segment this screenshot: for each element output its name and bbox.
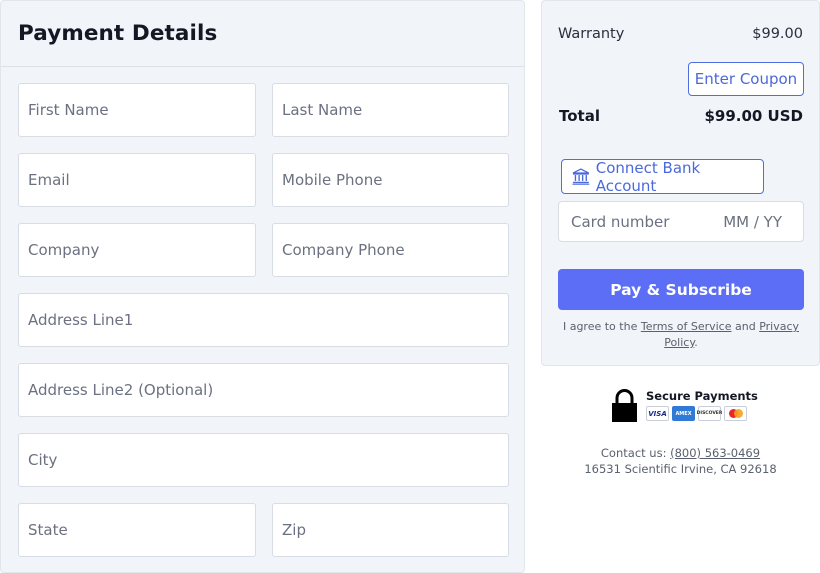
total-label: Total — [559, 107, 600, 125]
contact-address: 16531 Scientific Irvine, CA 92618 — [584, 462, 777, 476]
zip-input[interactable] — [272, 503, 509, 557]
agree-and: and — [735, 320, 756, 333]
agree-suffix: . — [694, 336, 698, 349]
address-line1-input[interactable] — [18, 293, 509, 347]
lock-icon — [612, 389, 637, 422]
connect-bank-label: Connect Bank Account — [595, 158, 701, 195]
contact-label: Contact us: — [600, 446, 667, 460]
secure-payments: Secure Payments VISA AMEX DISCOVER — [611, 389, 761, 425]
item-label: Warranty — [558, 26, 625, 42]
connect-bank-account-button[interactable]: Connect Bank Account — [561, 158, 764, 195]
bank-icon — [572, 168, 590, 185]
email-input[interactable] — [18, 153, 256, 207]
address-line2-input[interactable] — [18, 363, 509, 417]
mobile-phone-input[interactable] — [272, 153, 509, 207]
total-value: $99.00 USD — [704, 107, 803, 125]
agreement-text: I agree to the Terms of Service and Priv… — [558, 319, 804, 351]
card-input[interactable]: Card number MM / YY — [558, 201, 804, 242]
secure-payments-title: Secure Payments — [646, 389, 758, 403]
amex-icon: AMEX — [672, 406, 695, 421]
card-expiry-placeholder[interactable]: MM / YY — [723, 213, 782, 231]
payment-details-panel: Payment Details — [0, 0, 525, 573]
card-logos: VISA AMEX DISCOVER — [646, 406, 747, 421]
company-phone-input[interactable] — [272, 223, 509, 277]
mastercard-yellow-circle — [734, 409, 743, 418]
city-input[interactable] — [18, 433, 509, 487]
contact-info: Contact us: (800) 563-0469 16531 Scienti… — [541, 445, 820, 477]
order-summary-panel: Warranty $99.00 Enter Coupon Total $99.0… — [541, 0, 820, 366]
card-number-placeholder[interactable]: Card number — [571, 213, 669, 231]
first-name-input[interactable] — [18, 83, 256, 137]
payment-header: Payment Details — [1, 1, 524, 67]
enter-coupon-button[interactable]: Enter Coupon — [688, 62, 804, 96]
item-price: $99.00 — [752, 26, 803, 42]
contact-line: Contact us: (800) 563-0469 — [541, 445, 820, 461]
visa-icon: VISA — [646, 406, 669, 421]
discover-icon: DISCOVER — [697, 406, 722, 421]
terms-of-service-link[interactable]: Terms of Service — [641, 320, 732, 333]
state-input[interactable] — [18, 503, 256, 557]
mastercard-icon — [724, 406, 747, 421]
page-title: Payment Details — [18, 21, 218, 46]
last-name-input[interactable] — [272, 83, 509, 137]
agree-prefix: I agree to the — [562, 320, 638, 333]
company-input[interactable] — [18, 223, 256, 277]
contact-phone-link[interactable]: (800) 563-0469 — [670, 446, 760, 460]
pay-subscribe-button[interactable]: Pay & Subscribe — [558, 269, 804, 310]
